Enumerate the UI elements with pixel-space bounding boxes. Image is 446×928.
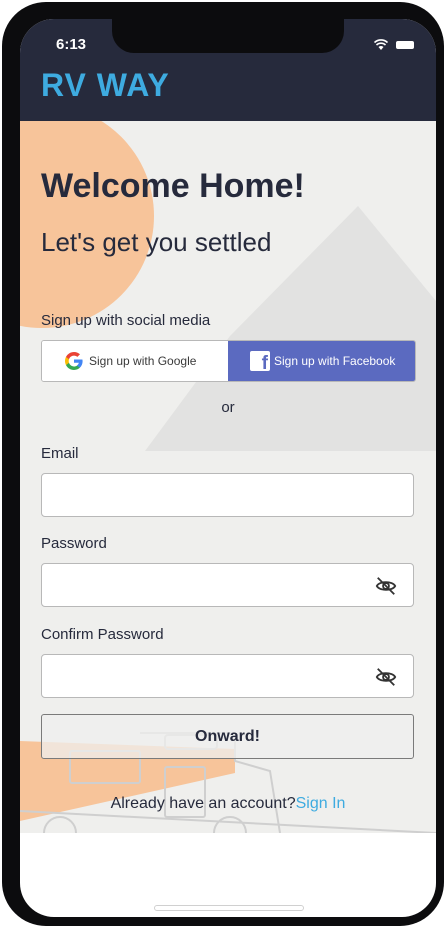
confirm-password-label: Confirm Password [41, 626, 164, 643]
page-title: Welcome Home! [41, 167, 305, 205]
google-signup-label: Sign up with Google [89, 354, 197, 368]
confirm-password-field-box [41, 654, 414, 698]
password-field-box [41, 563, 414, 607]
notch [112, 19, 344, 53]
or-divider: or [221, 399, 235, 416]
facebook-signup-button[interactable]: f Sign up with Facebook [228, 341, 415, 381]
password-input[interactable] [42, 564, 413, 606]
social-buttons: Sign up with Google f Sign up with Faceb… [41, 340, 416, 382]
signin-prompt: Already have an account?Sign In [20, 795, 436, 813]
confirm-password-input[interactable] [42, 655, 413, 697]
page-subtitle: Let's get you settled [41, 227, 272, 257]
facebook-icon: f [250, 351, 270, 374]
home-indicator [154, 905, 304, 911]
hide-confirm-password-icon[interactable] [375, 666, 397, 688]
email-label: Email [41, 445, 79, 462]
signin-link[interactable]: Sign In [296, 795, 346, 812]
status-icons [374, 39, 414, 50]
status-time: 6:13 [56, 36, 87, 53]
password-label: Password [41, 535, 107, 552]
google-signup-button[interactable]: Sign up with Google [42, 341, 228, 381]
wifi-icon [374, 39, 388, 50]
social-signup-label: Sign up with social media [41, 312, 211, 329]
google-icon [65, 352, 83, 370]
email-input[interactable] [42, 474, 413, 516]
device-frame: 6:13 RV WAY Welcome Home! Let's get you … [2, 2, 444, 926]
email-field-box [41, 473, 414, 517]
onward-button[interactable]: Onward! [41, 714, 414, 759]
sun-shape [20, 121, 154, 328]
signup-content: Welcome Home! Let's get you settled Sign… [20, 121, 436, 833]
app-logo: RV WAY [41, 67, 170, 103]
screen: 6:13 RV WAY Welcome Home! Let's get you … [20, 19, 436, 917]
facebook-signup-label: Sign up with Facebook [274, 354, 396, 368]
battery-icon [396, 40, 414, 49]
hide-password-icon[interactable] [375, 575, 397, 597]
app-header: RV WAY [20, 67, 436, 121]
signin-prompt-text: Already have an account? [110, 795, 296, 812]
onward-button-label: Onward! [195, 727, 260, 745]
